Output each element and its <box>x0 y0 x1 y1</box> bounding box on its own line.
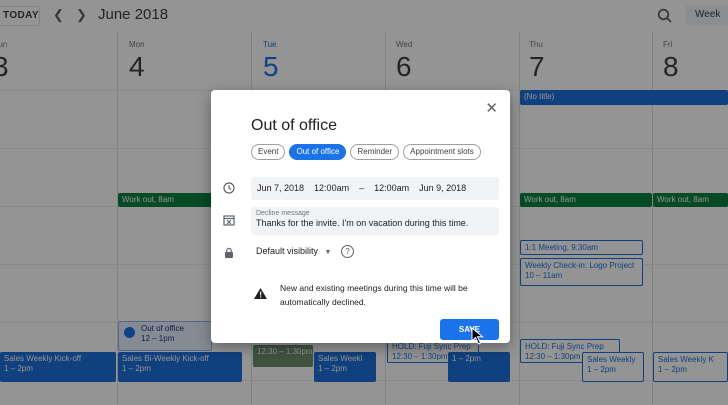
end-time[interactable]: 12:00am <box>374 177 409 200</box>
tab-reminder[interactable]: Reminder <box>350 144 400 160</box>
visibility-value: Default visibility <box>256 246 319 256</box>
start-time[interactable]: 12:00am <box>314 177 349 200</box>
event-type-tabs: Event Out of office Reminder Appointment… <box>251 144 481 160</box>
warning-message: New and existing meetings during this ti… <box>280 283 468 307</box>
end-date[interactable]: Jun 9, 2018 <box>419 177 466 200</box>
warning-icon <box>254 288 267 299</box>
decline-message-label: Decline message <box>256 210 310 217</box>
tab-event[interactable]: Event <box>251 144 286 160</box>
tab-out-of-office[interactable]: Out of office <box>289 144 347 160</box>
decline-message-field[interactable]: Decline message Thanks for the invite. I… <box>251 207 499 235</box>
start-date[interactable]: Jun 7, 2018 <box>257 177 304 200</box>
event-dialog: ✕ Out of office Event Out of office Remi… <box>211 90 510 345</box>
calendar-decline-icon <box>223 215 235 226</box>
tab-appointment-slots[interactable]: Appointment slots <box>403 144 481 160</box>
decline-message-text[interactable]: Thanks for the invite. I'm on vacation d… <box>256 218 494 228</box>
save-button[interactable]: SAVE <box>440 319 499 340</box>
visibility-dropdown[interactable]: Default visibility ▼ <box>256 246 331 256</box>
lock-icon <box>225 247 233 258</box>
dialog-title: Out of office <box>251 117 337 134</box>
close-icon[interactable]: ✕ <box>485 99 498 117</box>
mouse-cursor-icon <box>471 327 484 345</box>
date-time-field: Jun 7, 2018 12:00am – 12:00am Jun 9, 201… <box>251 177 499 200</box>
chevron-down-icon: ▼ <box>324 249 332 256</box>
clock-icon <box>223 182 235 194</box>
time-separator: – <box>359 183 365 193</box>
help-icon[interactable]: ? <box>341 245 354 258</box>
